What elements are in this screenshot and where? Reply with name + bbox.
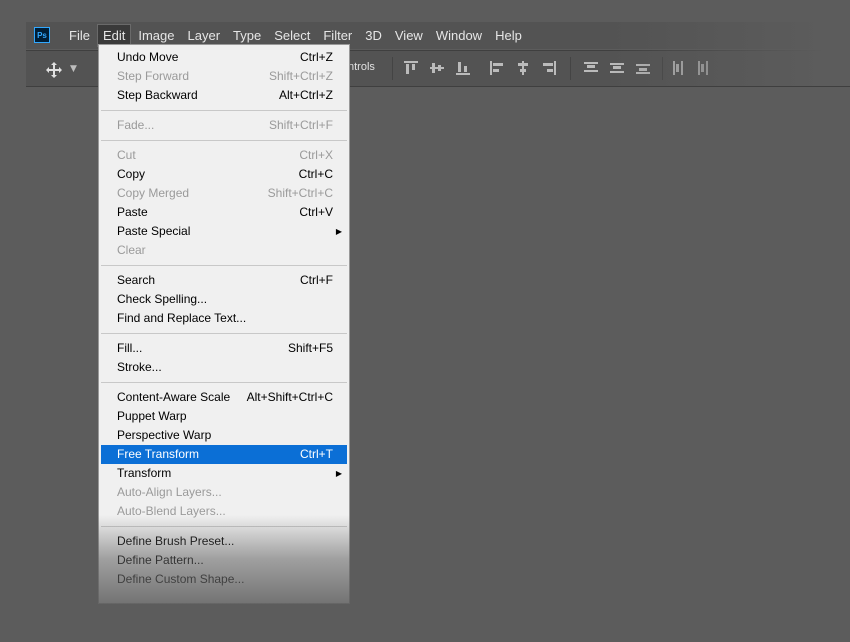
menu-item-auto-blend-layers[interactable]: Auto-Blend Layers... [99, 502, 349, 521]
menu-divider [101, 526, 347, 527]
align-bottom-icon[interactable] [456, 61, 470, 75]
menu-item-paste[interactable]: Paste Ctrl+V [99, 203, 349, 222]
menu-type[interactable]: Type [228, 25, 266, 46]
menu-item-fade[interactable]: Fade... Shift+Ctrl+F [99, 116, 349, 135]
menu-item-define-brush-preset[interactable]: Define Brush Preset... [99, 532, 349, 551]
menu-item-stroke[interactable]: Stroke... [99, 358, 349, 377]
distribute-vertical-center-icon[interactable] [610, 61, 624, 75]
menu-item-define-pattern[interactable]: Define Pattern... [99, 551, 349, 570]
move-tool-icon[interactable] [46, 62, 62, 78]
photoshop-logo-icon: Ps [34, 27, 50, 43]
menu-item-undo-move[interactable]: Undo Move Ctrl+Z [99, 48, 349, 67]
menu-view[interactable]: View [390, 25, 428, 46]
menu-item-cut[interactable]: Cut Ctrl+X [99, 146, 349, 165]
menu-item-content-aware-scale[interactable]: Content-Aware Scale Alt+Shift+Ctrl+C [99, 388, 349, 407]
menu-divider [101, 382, 347, 383]
menu-item-auto-align-layers[interactable]: Auto-Align Layers... [99, 483, 349, 502]
submenu-arrow-icon: ▶ [335, 227, 342, 236]
menu-item-step-backward[interactable]: Step Backward Alt+Ctrl+Z [99, 86, 349, 105]
menu-image[interactable]: Image [133, 25, 179, 46]
menu-item-fill[interactable]: Fill... Shift+F5 [99, 339, 349, 358]
menu-item-find-replace[interactable]: Find and Replace Text... [99, 309, 349, 328]
menu-item-search[interactable]: Search Ctrl+F [99, 271, 349, 290]
align-horizontal-center-icon[interactable] [516, 61, 530, 75]
menu-select[interactable]: Select [269, 25, 315, 46]
menu-item-free-transform[interactable]: Free Transform Ctrl+T [101, 445, 347, 464]
edit-menu-dropdown: Undo Move Ctrl+Z Step Forward Shift+Ctrl+Z… [98, 44, 350, 604]
menu-filter[interactable]: Filter [318, 25, 357, 46]
menu-item-perspective-warp[interactable]: Perspective Warp [99, 426, 349, 445]
menu-window[interactable]: Window [431, 25, 487, 46]
menu-item-define-custom-shape[interactable]: Define Custom Shape... [99, 570, 349, 589]
menu-help[interactable]: Help [490, 25, 527, 46]
menu-divider [101, 110, 347, 111]
menu-edit[interactable]: Edit [96, 24, 132, 47]
menu-item-step-forward[interactable]: Step Forward Shift+Ctrl+Z [99, 67, 349, 86]
divider [662, 57, 663, 80]
show-transform-controls-label: ntrols [348, 61, 375, 73]
align-right-icon[interactable] [542, 61, 556, 75]
align-top-icon[interactable] [404, 61, 418, 75]
menu-item-check-spelling[interactable]: Check Spelling... [99, 290, 349, 309]
distribute-horizontal-center-icon[interactable] [696, 61, 710, 75]
chevron-down-icon[interactable]: ▼ [70, 64, 77, 74]
menu-file[interactable]: File [64, 25, 95, 46]
menu-divider [101, 333, 347, 334]
menu-divider [101, 140, 347, 141]
menu-3d[interactable]: 3D [360, 25, 387, 46]
divider [570, 57, 571, 80]
menu-item-paste-special[interactable]: Paste Special ▶ [99, 222, 349, 241]
menu-item-puppet-warp[interactable]: Puppet Warp [99, 407, 349, 426]
align-left-icon[interactable] [490, 61, 504, 75]
menu-divider [101, 265, 347, 266]
distribute-left-icon[interactable] [672, 61, 686, 75]
divider [392, 57, 393, 80]
menu-item-clear[interactable]: Clear [99, 241, 349, 260]
align-vertical-center-icon[interactable] [430, 61, 444, 75]
menu-item-copy-merged[interactable]: Copy Merged Shift+Ctrl+C [99, 184, 349, 203]
submenu-arrow-icon: ▶ [335, 469, 342, 478]
distribute-bottom-icon[interactable] [636, 61, 650, 75]
menu-layer[interactable]: Layer [183, 25, 226, 46]
menu-item-copy[interactable]: Copy Ctrl+C [99, 165, 349, 184]
menu-item-transform[interactable]: Transform ▶ [99, 464, 349, 483]
distribute-top-icon[interactable] [584, 61, 598, 75]
